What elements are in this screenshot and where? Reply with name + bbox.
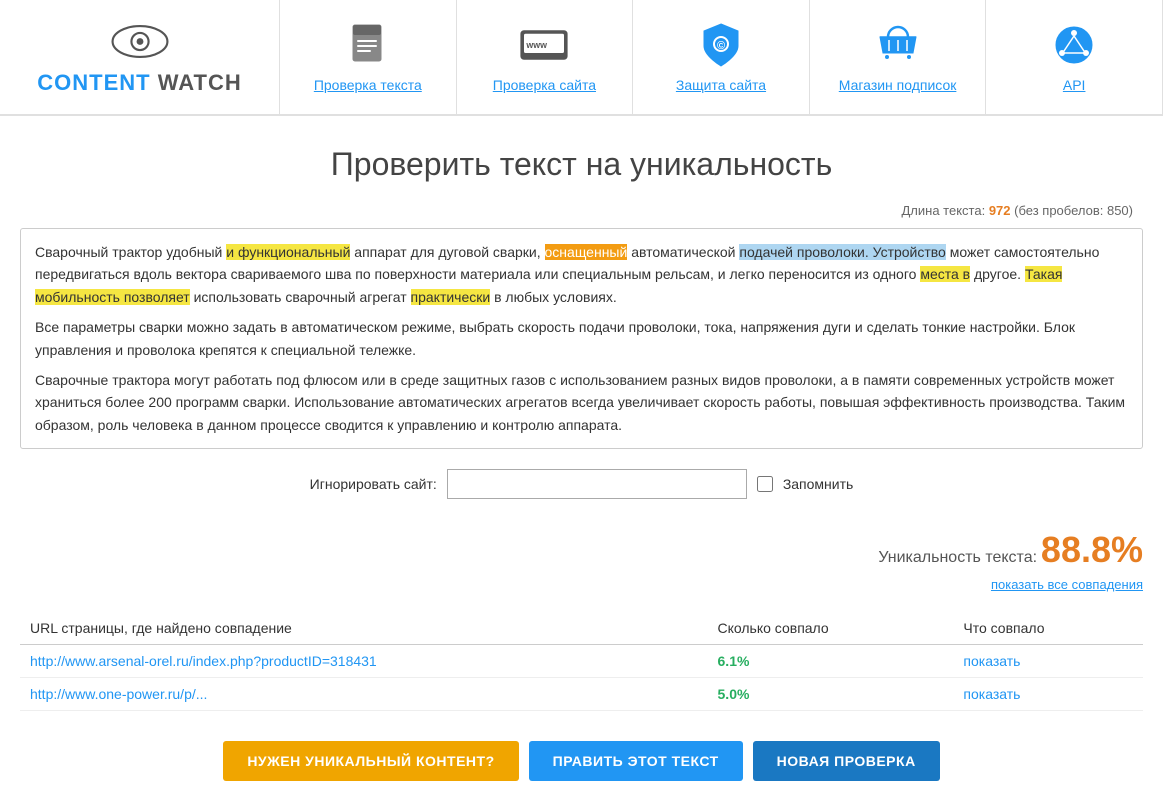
text-length-label: Длина текста:: [901, 203, 985, 218]
shield-icon: ©: [697, 21, 745, 69]
main-content: Проверить текст на уникальность Длина те…: [0, 116, 1163, 811]
no-spaces-label: (без пробелов: 850): [1014, 203, 1133, 218]
table-cell-url-2: http://www.one-power.ru/p/...: [20, 678, 708, 711]
new-check-button[interactable]: НОВАЯ ПРОВЕРКА: [753, 741, 940, 781]
result-url-link-1[interactable]: http://www.arsenal-orel.ru/index.php?pro…: [30, 653, 377, 669]
page-title: Проверить текст на уникальность: [20, 146, 1143, 183]
table-cell-percent-2: 5.0%: [708, 678, 954, 711]
text-length-value: 972: [989, 203, 1011, 218]
nav-check-text-label: Проверка текста: [314, 77, 422, 93]
uniqueness-label: Уникальность текста:: [878, 549, 1037, 566]
ignore-site-row: Игнорировать сайт: Запомнить: [20, 469, 1143, 499]
document-icon: [344, 21, 392, 69]
text-box: Сварочный трактор удобный и функциональн…: [20, 228, 1143, 449]
table-header-row: URL страницы, где найдено совпадение Ско…: [20, 612, 1143, 645]
nav-protect-site[interactable]: © Защита сайта: [633, 0, 810, 114]
logo-area: CONTENT WATCH: [0, 0, 280, 114]
ignore-site-label: Игнорировать сайт:: [310, 476, 437, 492]
uniqueness-section: Уникальность текста: 88.8%: [20, 529, 1143, 571]
table-cell-percent-1: 6.1%: [708, 645, 954, 678]
paragraph2: Все параметры сварки можно задать в авто…: [35, 316, 1128, 361]
show-match-link-2[interactable]: показать: [963, 686, 1020, 702]
result-url-link-2[interactable]: http://www.one-power.ru/p/...: [30, 686, 207, 702]
paragraph3: Сварочные трактора могут работать под фл…: [35, 369, 1128, 436]
col-percent: Сколько совпало: [708, 612, 954, 645]
highlight-equipped: оснащенный: [545, 244, 628, 260]
nav-shop-label: Магазин подписок: [839, 77, 957, 93]
show-match-link-1[interactable]: показать: [963, 653, 1020, 669]
nav-shop[interactable]: Магазин подписок: [810, 0, 987, 114]
remember-label[interactable]: Запомнить: [783, 476, 854, 492]
highlight-practically: практически: [411, 289, 491, 305]
col-action: Что совпало: [953, 612, 1143, 645]
logo-watch: WATCH: [151, 70, 242, 95]
nav-check-site-label: Проверка сайта: [493, 77, 596, 93]
edit-text-button[interactable]: ПРАВИТЬ ЭТОТ ТЕКСТ: [529, 741, 743, 781]
api-icon: [1050, 21, 1098, 69]
bottom-buttons: НУЖЕН УНИКАЛЬНЫЙ КОНТЕНТ? ПРАВИТЬ ЭТОТ Т…: [20, 741, 1143, 781]
remember-checkbox[interactable]: [757, 476, 773, 492]
www-icon: www: [520, 21, 568, 69]
uniqueness-value: 88.8%: [1041, 529, 1143, 570]
highlight-functional: и функциональный: [226, 244, 350, 260]
nav-protect-site-label: Защита сайта: [676, 77, 766, 93]
eye-logo-icon: [110, 19, 170, 64]
ignore-site-input[interactable]: [447, 469, 747, 499]
logo-text: CONTENT WATCH: [37, 70, 241, 96]
need-unique-button[interactable]: НУЖЕН УНИКАЛЬНЫЙ КОНТЕНТ?: [223, 741, 518, 781]
results-table: URL страницы, где найдено совпадение Ско…: [20, 612, 1143, 711]
highlight-place: места в: [920, 266, 970, 282]
col-url: URL страницы, где найдено совпадение: [20, 612, 708, 645]
nav-api-label: API: [1063, 77, 1086, 93]
nav-api[interactable]: API: [986, 0, 1163, 114]
nav-check-text[interactable]: Проверка текста: [280, 0, 457, 114]
header: CONTENT WATCH Проверка текста www Провер…: [0, 0, 1163, 116]
table-cell-action-1: показать: [953, 645, 1143, 678]
basket-icon: [874, 21, 922, 69]
highlight-mobility: Такая мобильность позволяет: [35, 266, 1062, 304]
show-all-matches-link[interactable]: показать все совпадения: [20, 577, 1143, 592]
highlight-feed: подачей проволоки. Устройство: [739, 244, 946, 260]
table-cell-action-2: показать: [953, 678, 1143, 711]
table-cell-url: http://www.arsenal-orel.ru/index.php?pro…: [20, 645, 708, 678]
table-row: http://www.arsenal-orel.ru/index.php?pro…: [20, 645, 1143, 678]
nav-check-site[interactable]: www Проверка сайта: [457, 0, 634, 114]
text-length-info: Длина текста: 972 (без пробелов: 850): [20, 203, 1143, 218]
logo-content: CONTENT: [37, 70, 150, 95]
table-row: http://www.one-power.ru/p/... 5.0% показ…: [20, 678, 1143, 711]
svg-text:www: www: [526, 40, 548, 50]
svg-text:©: ©: [717, 40, 725, 52]
